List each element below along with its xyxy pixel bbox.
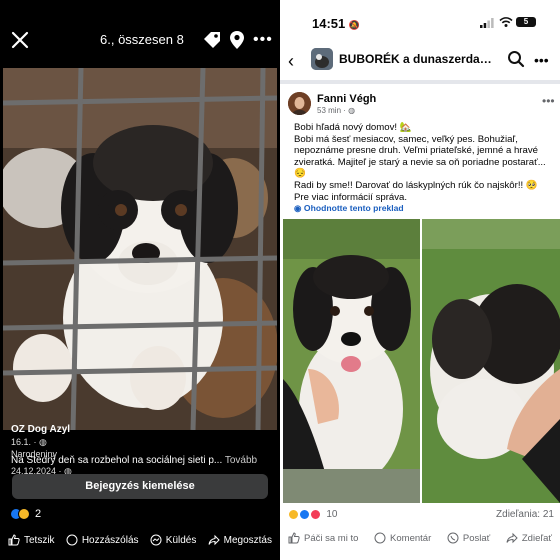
post-timestamp: 53 min · ◍: [317, 106, 355, 115]
post-date: 16.1. ·: [11, 437, 40, 447]
post-stats: 10 Zdieľania: 21: [288, 509, 554, 520]
action-bar: Páči sa mi to Komentár Poslať Zdieľať: [280, 532, 560, 544]
comment-icon: [66, 534, 78, 546]
header-divider: [280, 80, 560, 84]
more-options-icon[interactable]: •••: [253, 32, 273, 48]
send-button[interactable]: Küldés: [150, 534, 197, 546]
share-icon: [506, 532, 518, 544]
battery-icon: 5: [516, 17, 536, 27]
timestamp-text: 53 min ·: [317, 106, 349, 115]
send-button[interactable]: Poslať: [447, 532, 490, 544]
group-header: ‹ BUBORÉK a dunaszerdahel... •••: [280, 44, 560, 78]
silent-bell-icon: 🔕: [348, 20, 361, 30]
comment-label: Hozzászólás: [81, 534, 139, 546]
post-more-icon[interactable]: •••: [542, 94, 555, 108]
left-photo-viewer: 6., összesen 8 ••• OZ Dog Azyl 16.1. · ◍…: [0, 0, 280, 560]
comment-button[interactable]: Hozzászólás: [66, 534, 139, 546]
post-text-line: Radi by sme!! Darovať do láskyplných rúk…: [294, 179, 538, 191]
share-icon: [208, 534, 220, 546]
like-label: Tetszik: [24, 534, 55, 546]
caption-text: Na Štedrý deň sa rozbehol na sociálnej s…: [11, 455, 223, 466]
whatsapp-icon: [447, 532, 459, 544]
location-pin-icon[interactable]: [229, 30, 245, 50]
group-name[interactable]: BUBORÉK a dunaszerdahel...: [339, 52, 499, 66]
thumbs-up-icon: [8, 534, 20, 546]
more-options-icon[interactable]: •••: [534, 53, 549, 67]
highlight-post-button[interactable]: Bejegyzés kiemelése: [12, 474, 268, 499]
share-button[interactable]: Megosztás: [208, 534, 272, 546]
send-label: Poslať: [462, 532, 491, 544]
post-text-line: Pre viac informácií správa.: [294, 191, 408, 203]
right-group-post: 14:51 🔕 5 ‹ BUBORÉK a dunaszerdahel... •…: [280, 0, 560, 560]
thumbs-up-icon: [288, 532, 300, 544]
post-text-line: Bobi hľadá nový domov! 🏡: [294, 122, 412, 133]
translate-label: Ohodnotte tento preklad: [303, 203, 404, 214]
share-button[interactable]: Zdieľať: [506, 532, 552, 544]
share-label: Zdieľať: [521, 532, 552, 544]
ios-status-bar: 14:51 🔕 5: [280, 0, 560, 40]
share-count[interactable]: Zdieľania: 21: [496, 509, 554, 520]
reaction-count: 2: [35, 508, 42, 520]
wifi-icon: [499, 17, 513, 27]
reaction-count: 10: [326, 509, 338, 521]
photo-counter: 6., összesen 8: [100, 32, 184, 47]
comment-label: Komentár: [390, 532, 432, 544]
page-author[interactable]: OZ Dog Azyl: [11, 424, 70, 436]
like-reaction-icon: [298, 509, 310, 520]
reaction-summary[interactable]: 2: [10, 508, 41, 520]
puppy-behind-cage-photo: [3, 68, 277, 430]
post-text-line: Bobi má šesť mesiacov, samec, veľký pes.…: [294, 133, 546, 180]
clock-text: 14:51: [312, 16, 346, 31]
like-button[interactable]: Tetszik: [8, 534, 55, 546]
cellular-signal-icon: [480, 18, 494, 28]
group-avatar[interactable]: [311, 48, 333, 70]
see-more-link[interactable]: Tovább: [225, 455, 257, 466]
back-chevron-icon[interactable]: ‹: [288, 52, 294, 70]
globe-icon: ◍: [39, 437, 47, 447]
like-button[interactable]: Páči sa mi to: [288, 532, 358, 544]
poster-name[interactable]: Fanni Végh: [317, 93, 376, 105]
close-icon[interactable]: [10, 30, 30, 50]
clock: 14:51 🔕: [312, 16, 360, 31]
post-text: Bobi hľadá nový domov! 🏡 Bobi má šesť me…: [294, 122, 556, 215]
translate-icon: ◉: [294, 203, 302, 214]
post-photos: [283, 219, 560, 503]
comment-icon: [374, 532, 386, 544]
love-reaction-icon: [309, 509, 321, 520]
viewer-topbar: 6., összesen 8 •••: [0, 0, 280, 66]
search-icon[interactable]: [507, 50, 525, 68]
photo-caption: Na Štedrý deň sa rozbehol na sociálnej s…: [11, 455, 273, 466]
dog-photo-2[interactable]: [422, 219, 560, 503]
action-bar: Tetszik Hozzászólás Küldés Megosztás: [0, 534, 280, 546]
tag-icon[interactable]: [202, 30, 222, 50]
globe-icon: ◍: [348, 106, 356, 115]
reaction-summary[interactable]: 10: [288, 509, 337, 520]
messenger-icon: [150, 534, 162, 546]
comment-button[interactable]: Komentár: [374, 532, 431, 544]
sad-reaction-icon: [18, 508, 30, 520]
poster-avatar[interactable]: [288, 92, 311, 115]
like-label: Páči sa mi to: [304, 532, 359, 544]
dog-photo-1[interactable]: [283, 219, 420, 503]
rate-translation-link[interactable]: ◉ Ohodnotte tento preklad: [294, 203, 556, 215]
sad-reaction-icon: [288, 509, 299, 520]
share-label: Megosztás: [223, 534, 272, 546]
send-label: Küldés: [165, 534, 197, 546]
